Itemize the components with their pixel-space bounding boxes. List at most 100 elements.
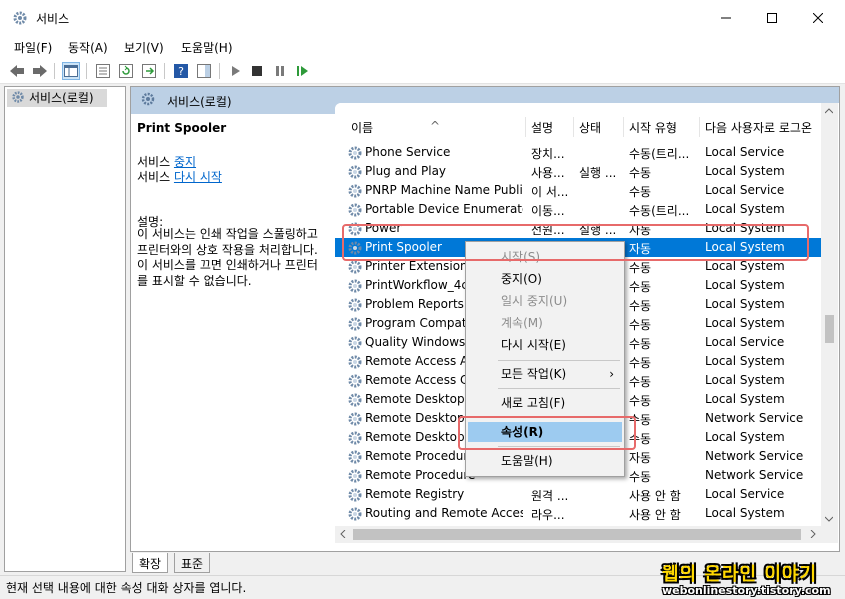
service-startup-type: 수동 bbox=[629, 318, 652, 332]
service-log-on-as: Local Service bbox=[705, 145, 785, 159]
service-row[interactable]: Remote Registry 원격 ... 사용 안 함 Local Service bbox=[335, 485, 821, 504]
list-icon bbox=[96, 64, 110, 78]
close-button[interactable] bbox=[795, 0, 841, 36]
minimize-icon bbox=[721, 17, 731, 19]
properties-toolbar-button[interactable] bbox=[94, 62, 112, 80]
column-divider[interactable] bbox=[699, 117, 700, 137]
menu-view[interactable]: 보기(V) bbox=[124, 39, 164, 56]
service-gear-icon bbox=[348, 431, 362, 445]
service-row[interactable]: Portable Device Enumerato... 이동... 수동(트리..… bbox=[335, 200, 821, 219]
start-service-button[interactable] bbox=[227, 62, 245, 80]
vertical-scrollbar[interactable] bbox=[821, 103, 838, 543]
column-divider[interactable] bbox=[525, 117, 526, 137]
service-log-on-as: Local System bbox=[705, 278, 785, 292]
description-text: 이 서비스는 인쇄 작업을 스풀링하고 프린터와의 상호 작용을 처리합니다. … bbox=[137, 227, 337, 289]
column-status[interactable]: 상태 bbox=[579, 119, 601, 136]
service-log-on-as: Network Service bbox=[705, 449, 804, 463]
show-console-tree-button[interactable] bbox=[62, 62, 80, 80]
watermark: 웹의 온라인 이야기 webonlinestory.tistory.com bbox=[656, 560, 841, 598]
service-gear-icon bbox=[348, 298, 362, 312]
export-list-button[interactable] bbox=[140, 62, 158, 80]
menu-item-restart[interactable]: 다시 시작(E) bbox=[468, 335, 622, 355]
menu-item-all-tasks[interactable]: 모든 작업(K) › bbox=[468, 364, 622, 384]
console-tree-icon bbox=[64, 65, 78, 77]
scroll-down-icon bbox=[825, 516, 833, 522]
stop-service-button[interactable] bbox=[248, 62, 266, 80]
pause-service-button[interactable] bbox=[271, 62, 289, 80]
service-startup-type: 수동 bbox=[629, 356, 652, 370]
service-startup-type: 수동 bbox=[629, 375, 652, 389]
menu-item-resume[interactable]: 계속(M) bbox=[468, 313, 622, 333]
action-pane-button[interactable] bbox=[195, 62, 213, 80]
menu-item-refresh[interactable]: 새로 고침(F) bbox=[468, 393, 622, 413]
service-gear-icon bbox=[348, 488, 362, 502]
service-startup-type: 사용 안 함 bbox=[629, 489, 681, 503]
service-log-on-as: Local System bbox=[705, 259, 785, 273]
restart-service-button[interactable] bbox=[294, 62, 312, 80]
service-gear-icon bbox=[348, 184, 362, 198]
tab-standard[interactable]: 표준 bbox=[174, 553, 211, 573]
menu-bar: 파일(F) 동작(A) 보기(V) 도움말(H) bbox=[0, 36, 845, 58]
menu-help[interactable]: 도움말(H) bbox=[181, 39, 233, 56]
restart-service-link[interactable]: 다시 시작 bbox=[174, 170, 222, 184]
service-row[interactable]: Plug and Play 사용... 실행 ... 수동 Local System bbox=[335, 162, 821, 181]
service-gear-icon bbox=[348, 165, 362, 179]
menu-item-help[interactable]: 도움말(H) bbox=[468, 451, 622, 471]
menu-item-pause[interactable]: 일시 중지(U) bbox=[468, 291, 622, 311]
service-startup-type: 수동(트리... bbox=[629, 204, 690, 218]
toolbar: ? bbox=[0, 58, 845, 84]
refresh-toolbar-button[interactable] bbox=[117, 62, 135, 80]
service-description: 이동... bbox=[531, 204, 565, 218]
highlight-box-print-spooler bbox=[342, 224, 809, 261]
service-gear-icon bbox=[348, 203, 362, 217]
service-startup-type: 수동 bbox=[629, 470, 652, 484]
back-button[interactable] bbox=[8, 62, 26, 80]
tab-extended[interactable]: 확장 bbox=[132, 553, 169, 573]
column-startup-type[interactable]: 시작 유형 bbox=[629, 119, 677, 136]
menu-item-stop[interactable]: 중지(O) bbox=[468, 269, 622, 289]
maximize-button[interactable] bbox=[749, 0, 795, 36]
service-startup-type: 수동(트리... bbox=[629, 147, 690, 161]
console-tree: 서비스(로컬) bbox=[4, 86, 126, 572]
services-gear-icon bbox=[12, 91, 24, 103]
service-startup-type: 수동 bbox=[629, 185, 652, 199]
column-log-on-as[interactable]: 다음 사용자로 로그온 bbox=[705, 119, 812, 136]
export-icon bbox=[142, 64, 156, 78]
horizontal-scrollbar[interactable] bbox=[335, 526, 821, 543]
status-text: 현재 선택 내용에 대한 속성 대화 상자를 엽니다. bbox=[6, 581, 247, 595]
toolbar-divider bbox=[164, 63, 165, 79]
vertical-scroll-thumb[interactable] bbox=[825, 315, 834, 343]
forward-button[interactable] bbox=[31, 62, 49, 80]
minimize-button[interactable] bbox=[703, 0, 749, 36]
restart-action-line: 서비스 다시 시작 bbox=[137, 168, 222, 185]
service-row[interactable]: Routing and Remote Access 라우... 사용 안 함 Loca… bbox=[335, 504, 821, 523]
scroll-right-icon bbox=[810, 530, 816, 538]
column-name[interactable]: 이름 bbox=[351, 119, 373, 136]
column-divider[interactable] bbox=[623, 117, 624, 137]
service-name: Phone Service bbox=[365, 145, 451, 159]
play-icon bbox=[232, 66, 240, 76]
menu-file[interactable]: 파일(F) bbox=[14, 39, 52, 56]
horizontal-scroll-thumb[interactable] bbox=[353, 529, 801, 540]
svg-text:?: ? bbox=[178, 65, 184, 78]
service-description: 이 서... bbox=[531, 185, 569, 199]
menu-action[interactable]: 동작(A) bbox=[68, 39, 108, 56]
stop-service-link[interactable]: 중지 bbox=[174, 155, 196, 169]
service-row[interactable]: PNRP Machine Name Publi... 이 서... 수동 Local … bbox=[335, 181, 821, 200]
help-toolbar-button[interactable]: ? bbox=[172, 62, 190, 80]
service-row[interactable]: Phone Service 장치... 수동(트리... Local Service bbox=[335, 143, 821, 162]
service-log-on-as: Local Service bbox=[705, 487, 785, 501]
service-gear-icon bbox=[348, 469, 362, 483]
service-log-on-as: Local System bbox=[705, 316, 785, 330]
service-gear-icon bbox=[348, 317, 362, 331]
service-log-on-as: Local System bbox=[705, 430, 785, 444]
column-divider[interactable] bbox=[573, 117, 574, 137]
toolbar-divider bbox=[86, 63, 87, 79]
tree-item-local-services[interactable]: 서비스(로컬) bbox=[7, 89, 107, 107]
column-description[interactable]: 설명 bbox=[531, 119, 553, 136]
service-log-on-as: Network Service bbox=[705, 411, 804, 425]
service-log-on-as: Local System bbox=[705, 202, 785, 216]
service-gear-icon bbox=[348, 393, 362, 407]
service-gear-icon bbox=[348, 260, 362, 274]
service-gear-icon bbox=[348, 507, 362, 521]
